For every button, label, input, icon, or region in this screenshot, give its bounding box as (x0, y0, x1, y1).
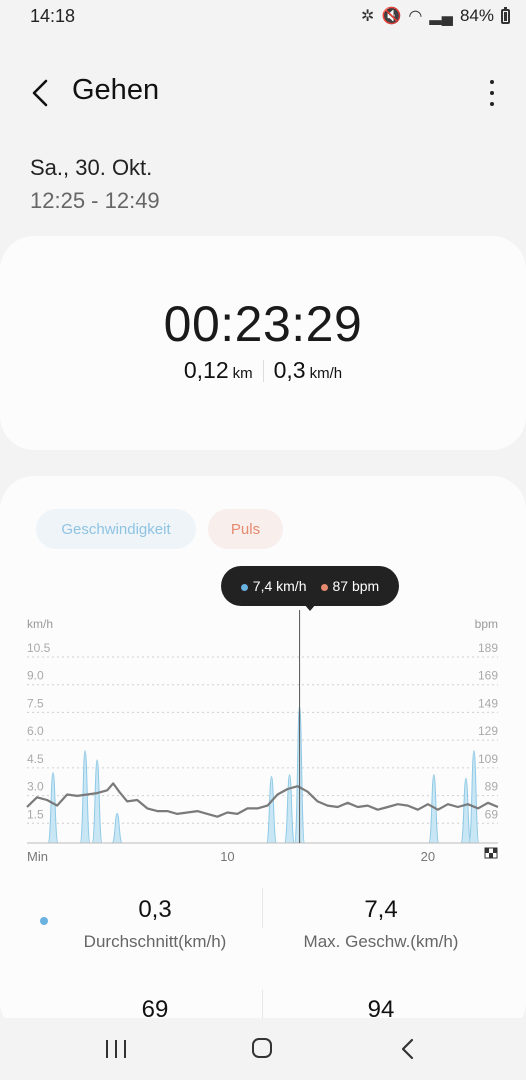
status-bar: 14:18 ✲ 🔇 ◠ ▂▄ 84% (0, 0, 526, 34)
summary-stats-row: 0,12 km 0,3 km/h (0, 357, 526, 384)
speed-pulse-chart[interactable]: km/h bpm 10.5 189 9.0 169 7.5 149 6.0 129 4.5 109 3.… (0, 610, 526, 870)
right-tick-label: 109 (478, 752, 498, 766)
duration-value: 00:23:29 (163, 296, 363, 352)
left-tick-label: 10.5 (27, 641, 51, 655)
home-icon[interactable] (252, 1038, 272, 1058)
right-tick-label: 89 (485, 780, 499, 794)
left-tick-label: 6.0 (27, 724, 44, 738)
right-tick-label: 129 (478, 724, 498, 738)
right-tick-label: 149 (478, 696, 498, 710)
battery-percent: 84% (459, 6, 494, 25)
pulse-dot-icon (320, 583, 328, 591)
chart-tooltip: 7,4 km/h 87 bpm (221, 566, 399, 606)
right-tick-label: 169 (478, 669, 498, 683)
right-tick-label: 189 (478, 641, 498, 655)
divider (262, 359, 264, 382)
tab-pulse[interactable]: Puls (208, 509, 283, 549)
left-tick-label: 4.5 (27, 752, 44, 766)
x-tick-label: 10 (220, 849, 234, 864)
speed-area-peak (284, 774, 296, 844)
mute-icon: 🔇 (381, 8, 402, 25)
tooltip-speed-text: 7,4 km/h (252, 578, 307, 594)
tooltip-speed: 7,4 km/h (240, 578, 307, 594)
speed-area-peak (460, 777, 472, 844)
distance-value: 0,12 (183, 357, 229, 383)
recents-icon[interactable] (106, 1040, 126, 1058)
divider (262, 888, 263, 928)
speed-area-peak (91, 759, 103, 844)
nav-back-icon[interactable] (400, 1038, 414, 1060)
finish-flag-square (489, 853, 493, 858)
left-tick-label: 1.5 (27, 807, 44, 821)
right-tick-label: 69 (485, 807, 499, 821)
speed-dot-icon (240, 583, 248, 591)
left-axis-unit: km/h (27, 617, 53, 631)
max-speed-label: Max. Geschw.(km/h) (303, 932, 459, 951)
back-arrow-icon[interactable] (30, 78, 54, 108)
max-speed-value: 7,4 (364, 896, 398, 923)
x-tick-label: Min (27, 849, 48, 864)
tab-speed[interactable]: Geschwindigkeit (36, 509, 196, 549)
left-tick-label: 3.0 (27, 780, 44, 794)
avg-speed-label: Durchschnitt(km/h) (83, 932, 227, 951)
finish-flag-square (485, 848, 489, 853)
page-title: Gehen (72, 74, 160, 106)
wifi-icon: ◠ (408, 8, 423, 25)
left-tick-label: 7.5 (27, 696, 44, 710)
left-tick-label: 9.0 (27, 669, 44, 683)
status-icons: ✲ 🔇 ◠ ▂▄ 84% (361, 6, 510, 26)
session-time-range: 12:25 - 12:49 (30, 188, 160, 213)
signal-icon: ▂▄ (429, 8, 453, 25)
divider (262, 990, 263, 1020)
x-tick-label: 20 (421, 849, 435, 864)
bluetooth-icon: ✲ (361, 8, 375, 25)
speed-unit: km/h (309, 365, 343, 382)
speed-area-peak (79, 750, 91, 844)
speed-area-peak (47, 772, 59, 844)
status-time: 14:18 (30, 6, 76, 26)
session-date: Sa., 30. Okt. (30, 155, 153, 180)
tooltip-pulse: 87 bpm (320, 578, 380, 594)
speed-area-peak (111, 812, 123, 844)
battery-icon (501, 6, 510, 24)
tooltip-pulse-text: 87 bpm (332, 578, 380, 594)
finish-flag-square (493, 848, 497, 853)
avg-speed-value: 0,3 (138, 896, 172, 923)
speed-legend-dot (40, 917, 48, 925)
speed-value: 0,3 (273, 357, 306, 383)
more-options-icon[interactable] (488, 80, 496, 106)
distance-unit: km (232, 365, 253, 382)
right-axis-unit: bpm (475, 617, 498, 631)
speed-area-peak (266, 775, 278, 844)
